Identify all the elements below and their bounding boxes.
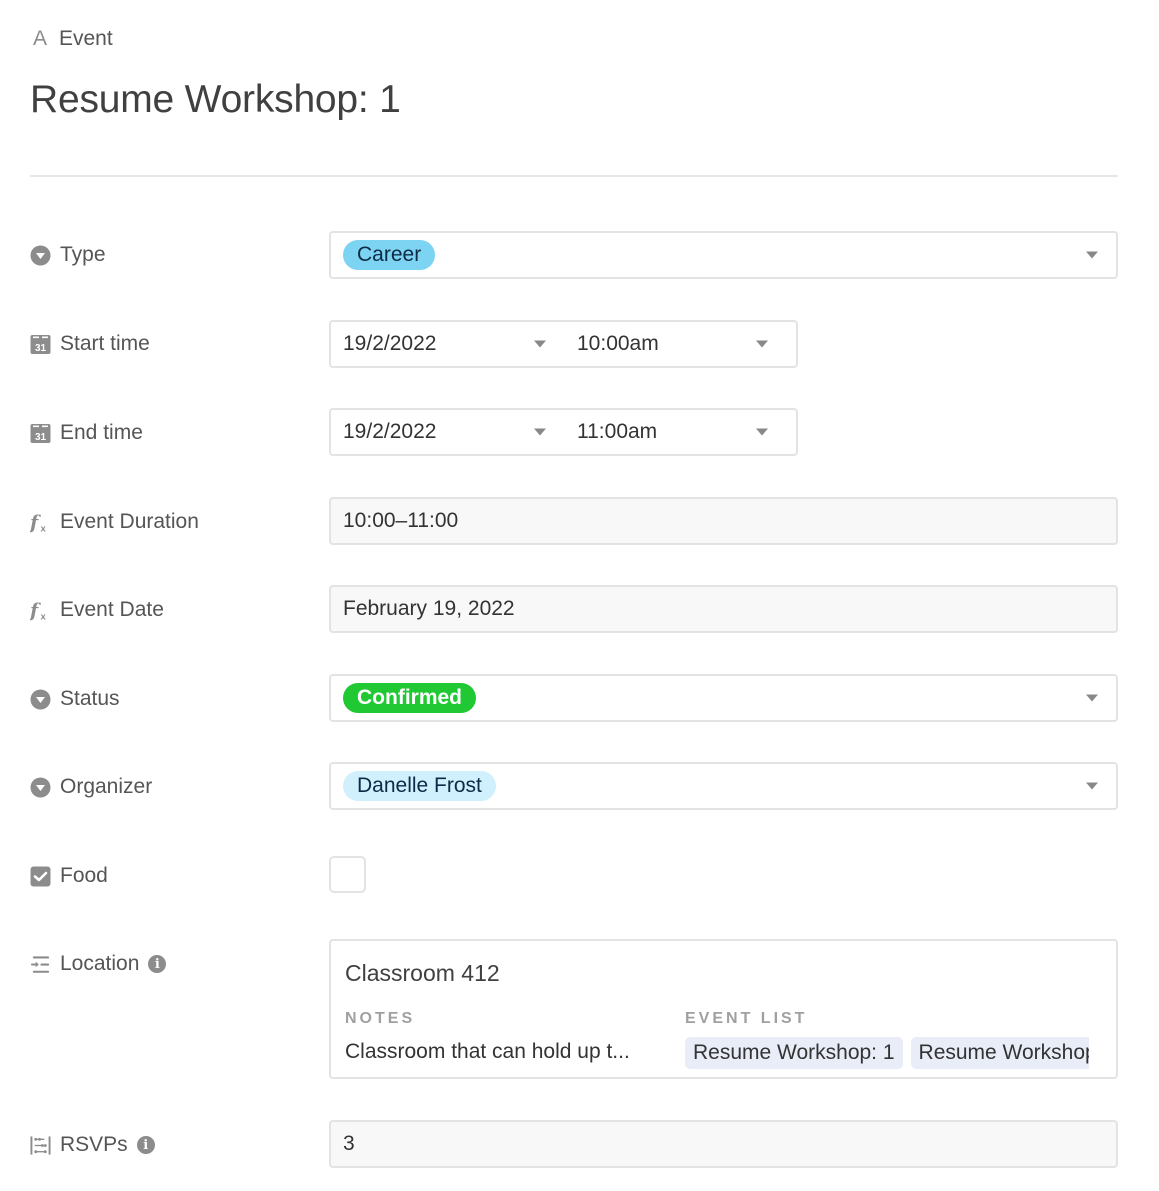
status-select[interactable]: Confirmed bbox=[329, 674, 1118, 722]
field-label-food: Food bbox=[30, 864, 108, 888]
start-date-input[interactable]: 19/2/2022 bbox=[343, 332, 436, 356]
label-text: Event Duration bbox=[60, 510, 199, 533]
label-text: Event Date bbox=[60, 598, 164, 621]
location-linked-record-card[interactable]: Classroom 412 NOTES Classroom that can h… bbox=[329, 939, 1118, 1079]
single-select-icon bbox=[30, 777, 51, 798]
field-label-type: Type bbox=[30, 243, 106, 267]
linked-record-icon bbox=[30, 954, 51, 975]
food-checkbox[interactable] bbox=[329, 856, 366, 893]
svg-text:f: f bbox=[30, 511, 41, 533]
rsvps-value: 3 bbox=[343, 1132, 355, 1155]
record-title: Resume Workshop: 1 bbox=[30, 78, 401, 121]
svg-text:x: x bbox=[41, 524, 47, 533]
rsvps-field: 3 bbox=[329, 1120, 1118, 1168]
single-select-icon bbox=[30, 245, 51, 266]
table-name: Event bbox=[59, 27, 113, 50]
label-text: End time bbox=[60, 421, 143, 444]
formula-icon: fx bbox=[30, 599, 51, 621]
field-label-location: Location i bbox=[30, 952, 167, 976]
event-date-value: February 19, 2022 bbox=[343, 597, 515, 620]
table-name-header: A Event bbox=[31, 27, 113, 51]
end-time-input[interactable]: 11:00am bbox=[577, 420, 657, 444]
end-time-field: 19/2/2022 11:00am bbox=[329, 408, 798, 456]
label-text: RSVPs bbox=[60, 1133, 128, 1156]
event-list-label: EVENT LIST bbox=[685, 1010, 808, 1027]
organizer-pill: Danelle Frost bbox=[343, 771, 496, 801]
chevron-down-icon[interactable] bbox=[534, 428, 546, 436]
svg-text:31: 31 bbox=[35, 343, 47, 354]
calendar-icon: 31 bbox=[30, 334, 51, 355]
start-time-input[interactable]: 10:00am bbox=[577, 332, 659, 356]
chevron-down-icon[interactable] bbox=[756, 340, 768, 348]
field-label-event-duration: fx Event Duration bbox=[30, 510, 199, 534]
field-label-end-time: 31 End time bbox=[30, 421, 143, 445]
event-list-chips: Resume Workshop: 1 Resume Workshop: 2 bbox=[685, 1037, 1089, 1069]
event-list-chip: Resume Workshop: 2 bbox=[910, 1037, 1089, 1069]
label-text: Start time bbox=[60, 332, 150, 355]
event-duration-field: 10:00–11:00 bbox=[329, 497, 1118, 545]
calendar-icon: 31 bbox=[30, 423, 51, 444]
chevron-down-icon[interactable] bbox=[1086, 251, 1098, 259]
chevron-down-icon[interactable] bbox=[1086, 694, 1098, 702]
svg-text:31: 31 bbox=[35, 432, 47, 443]
start-time-field: 19/2/2022 10:00am bbox=[329, 320, 798, 368]
field-label-start-time: 31 Start time bbox=[30, 332, 150, 356]
label-text: Organizer bbox=[60, 775, 153, 798]
event-duration-value: 10:00–11:00 bbox=[343, 509, 459, 532]
event-date-field: February 19, 2022 bbox=[329, 585, 1118, 633]
type-select[interactable]: Career bbox=[329, 231, 1118, 279]
label-text: Type bbox=[60, 243, 106, 266]
chevron-down-icon[interactable] bbox=[1086, 782, 1098, 790]
chevron-down-icon[interactable] bbox=[756, 428, 768, 436]
info-icon[interactable]: i bbox=[148, 955, 167, 973]
event-list-chip: Resume Workshop: 1 bbox=[685, 1037, 903, 1069]
label-text: Status bbox=[60, 687, 120, 710]
organizer-select[interactable]: Danelle Frost bbox=[329, 762, 1118, 810]
svg-text:x: x bbox=[41, 612, 47, 621]
notes-label: NOTES bbox=[345, 1010, 416, 1027]
field-label-rsvps: RSVPs i bbox=[30, 1133, 155, 1157]
field-label-event-date: fx Event Date bbox=[30, 598, 164, 622]
status-pill: Confirmed bbox=[343, 683, 476, 713]
checkbox-icon bbox=[30, 866, 51, 887]
end-date-input[interactable]: 19/2/2022 bbox=[343, 420, 436, 444]
formula-icon: fx bbox=[30, 511, 51, 533]
field-label-organizer: Organizer bbox=[30, 775, 152, 799]
divider bbox=[30, 175, 1118, 177]
svg-text:f: f bbox=[30, 599, 41, 621]
linked-record-title: Classroom 412 bbox=[345, 960, 500, 986]
count-icon bbox=[30, 1135, 51, 1156]
type-pill: Career bbox=[343, 240, 436, 270]
label-text: Food bbox=[60, 864, 108, 887]
single-select-icon bbox=[30, 689, 51, 710]
info-icon[interactable]: i bbox=[136, 1136, 155, 1154]
chevron-down-icon[interactable] bbox=[534, 340, 546, 348]
label-text: Location bbox=[60, 952, 140, 975]
text-field-icon: A bbox=[32, 27, 47, 50]
notes-value: Classroom that can hold up t... bbox=[345, 1040, 630, 1063]
field-label-status: Status bbox=[30, 687, 120, 711]
